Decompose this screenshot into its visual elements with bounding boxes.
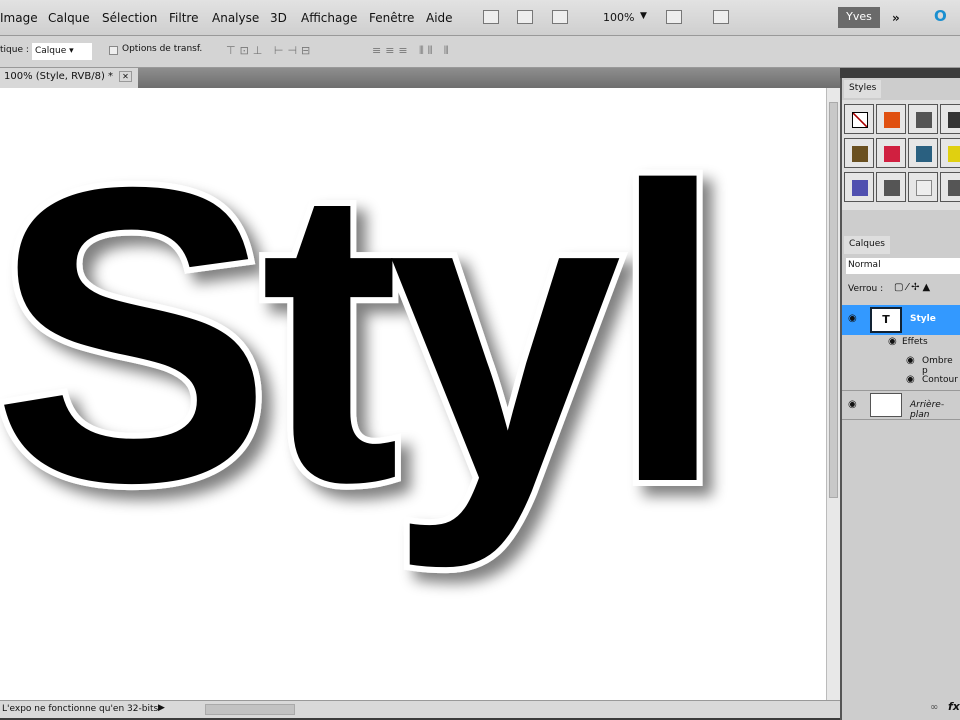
menu-filtre[interactable]: Filtre	[169, 11, 198, 25]
swatch-color	[948, 146, 960, 162]
scroll-thumb[interactable]	[829, 102, 838, 498]
link-icon[interactable]: ∞	[930, 702, 938, 713]
layers-tab[interactable]: Calques	[844, 236, 890, 254]
style-swatch[interactable]	[876, 172, 906, 202]
style-swatch[interactable]	[876, 104, 906, 134]
close-icon[interactable]: ✕	[119, 71, 132, 82]
auto-select-label: tique :	[0, 45, 29, 55]
effects-label: Effets	[902, 337, 928, 347]
eye-icon[interactable]: ◉	[906, 355, 915, 366]
mini-bridge-icon[interactable]	[517, 10, 533, 24]
lock-icons[interactable]: ▢⁄✢▲	[894, 282, 933, 293]
style-swatch[interactable]	[876, 138, 906, 168]
swatch-color	[948, 112, 960, 128]
swatch-color	[916, 146, 932, 162]
menu-fenetre[interactable]: Fenêtre	[369, 11, 414, 25]
swatch-color	[884, 112, 900, 128]
bridge-icon[interactable]	[483, 10, 499, 24]
menu-calque[interactable]: Calque	[48, 11, 90, 25]
menu-aide[interactable]: Aide	[426, 11, 453, 25]
styles-grid	[842, 100, 960, 210]
swatch-color	[852, 146, 868, 162]
auto-select-dropdown[interactable]: Calque ▾	[32, 43, 92, 60]
style-swatch[interactable]	[940, 138, 960, 168]
menu-selection[interactable]: Sélection	[102, 11, 157, 25]
swatch-color	[948, 180, 960, 196]
cs-live-icon[interactable]: O	[934, 7, 947, 25]
background-thumbnail	[870, 393, 902, 417]
menu-image[interactable]: Image	[0, 11, 38, 25]
layer-row-background[interactable]: ◉ Arrière-plan	[842, 390, 960, 420]
status-bar: L'expo ne fonctionne qu'en 32-bits ▶	[0, 700, 840, 718]
dropdown-value: Calque	[35, 46, 67, 56]
style-swatch[interactable]	[844, 104, 874, 134]
layer-name[interactable]: Arrière-plan	[910, 400, 960, 420]
effect-drop-shadow[interactable]: Ombre p	[922, 356, 960, 376]
align-icons[interactable]: ⊤⊡⊥ ⊢⊣⊟	[226, 44, 314, 57]
workspace-button[interactable]: Yves	[838, 7, 880, 28]
effect-stroke[interactable]: Contour	[922, 375, 958, 385]
more-icon[interactable]: »	[892, 11, 900, 25]
swatch-color	[916, 180, 932, 196]
style-swatch[interactable]	[844, 138, 874, 168]
canvas-text: Styl	[0, 101, 714, 572]
document-tab-bar: 100% (Style, RVB/8) * ✕	[0, 68, 840, 88]
style-swatch[interactable]	[908, 172, 938, 202]
extras-icon[interactable]	[552, 10, 568, 24]
status-menu-arrow[interactable]: ▶	[158, 703, 165, 713]
menu-affichage[interactable]: Affichage	[301, 11, 357, 25]
swatch-color	[852, 112, 868, 128]
blend-mode-select[interactable]: Normal	[846, 258, 960, 274]
eye-icon[interactable]: ◉	[848, 399, 857, 410]
right-panel: Styles Calques Normal Verrou : ▢⁄✢▲ ◉ T …	[840, 78, 960, 720]
menu-bar: Image Calque Sélection Filtre Analyse 3D…	[0, 0, 960, 36]
swatch-color	[916, 112, 932, 128]
style-swatch[interactable]	[940, 104, 960, 134]
style-swatch[interactable]	[844, 172, 874, 202]
chevron-down-icon: ▼	[640, 11, 647, 21]
transform-checkbox[interactable]	[109, 46, 118, 55]
lock-label: Verrou :	[848, 284, 884, 294]
eye-icon[interactable]: ◉	[906, 374, 915, 385]
styled-text: Styl	[0, 95, 732, 578]
distribute-icons[interactable]: ≡≡≡ ⫴⫴ ⫴	[372, 44, 453, 58]
swatch-color	[884, 146, 900, 162]
fx-icon[interactable]: fx	[948, 700, 960, 713]
document-tab-title: 100% (Style, RVB/8) *	[4, 71, 114, 82]
document-canvas[interactable]: Styl	[0, 88, 826, 700]
layer-row-style[interactable]: ◉ T Style	[842, 305, 960, 335]
options-bar: tique : Calque ▾ Options de transf. ⊤⊡⊥ …	[0, 36, 960, 68]
horizontal-scroll-thumb[interactable]	[205, 704, 295, 715]
style-swatch[interactable]	[908, 138, 938, 168]
swatch-color	[852, 180, 868, 196]
zoom-select[interactable]: 100%	[603, 11, 634, 24]
styles-tab[interactable]: Styles	[844, 80, 882, 98]
layer-name[interactable]: Style	[910, 314, 936, 324]
swatch-color	[884, 180, 900, 196]
transform-label: Options de transf.	[122, 44, 203, 54]
status-message: L'expo ne fonctionne qu'en 32-bits	[2, 704, 159, 714]
screen-mode-icon[interactable]	[713, 10, 729, 24]
vertical-scrollbar[interactable]	[826, 88, 840, 700]
style-swatch[interactable]	[940, 172, 960, 202]
arrange-icon[interactable]	[666, 10, 682, 24]
eye-icon[interactable]: ◉	[888, 336, 897, 347]
eye-icon[interactable]: ◉	[848, 313, 857, 324]
style-swatch[interactable]	[908, 104, 938, 134]
document-tab[interactable]: 100% (Style, RVB/8) * ✕	[0, 68, 138, 88]
text-layer-thumbnail: T	[870, 307, 902, 333]
menu-3d[interactable]: 3D	[270, 11, 287, 25]
menu-analyse[interactable]: Analyse	[212, 11, 259, 25]
